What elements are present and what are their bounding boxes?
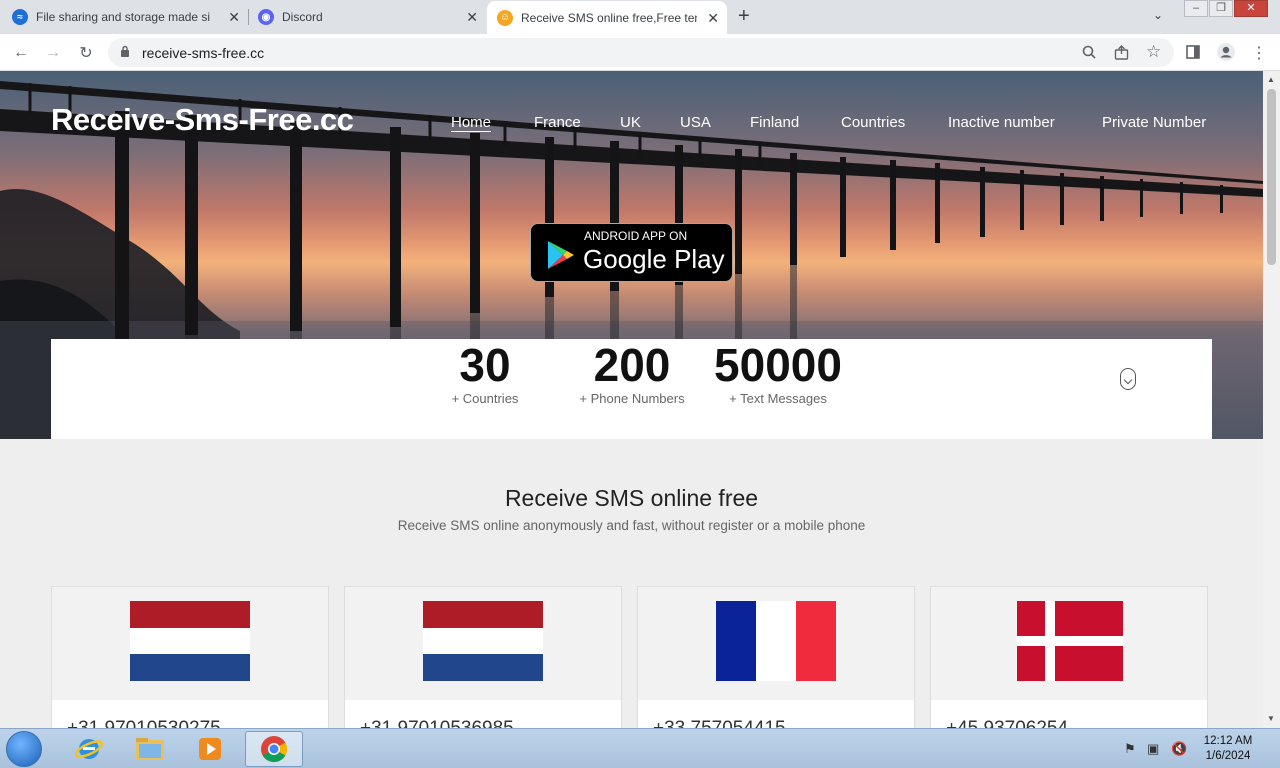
restore-icon[interactable]: ❐ [1209,0,1233,17]
chrome-icon [261,736,288,763]
start-button[interactable] [6,731,42,767]
close-tab-icon[interactable]: ✕ [466,9,478,25]
media-player-icon [199,738,221,760]
phone-number[interactable]: +31 97010536985 [360,718,514,728]
stat-label: + Text Messages [729,391,827,406]
netherlands-flag-icon [423,601,543,681]
internet-explorer-icon [74,739,104,759]
scroll-down-arrow-icon[interactable]: ▼ [1267,714,1275,723]
window-close-icon[interactable]: ✕ [1234,0,1268,17]
site-logo[interactable]: Receive-Sms-Free.cc [51,102,354,138]
nav-inactive-number[interactable]: Inactive number [948,114,1055,131]
tab-search-chevron-icon[interactable]: ⌄ [1153,8,1163,22]
hero-banner: Receive-Sms-Free.cc Home France UK USA F… [0,71,1263,439]
nav-uk[interactable]: UK [620,114,641,131]
taskbar-chrome[interactable] [245,731,303,767]
denmark-flag-icon [1017,601,1123,681]
nav-home[interactable]: Home [451,114,492,132]
scroll-up-arrow-icon[interactable]: ▲ [1267,75,1275,84]
stat-text-messages: 50000 + Text Messages [707,339,849,406]
nav-usa[interactable]: USA [680,114,711,131]
network-icon[interactable]: ▣ [1147,741,1159,757]
folder-icon [136,738,164,760]
site-favicon-icon: ☺ [497,9,513,26]
stat-number: 200 [593,339,671,391]
stat-label: + Phone Numbers [579,391,685,406]
badge-small-text: ANDROID APP ON [584,229,688,243]
close-tab-icon[interactable]: ✕ [228,9,240,25]
action-center-flag-icon[interactable]: ⚑ [1124,741,1136,757]
reload-icon[interactable]: ↻ [75,42,97,64]
side-panel-icon[interactable] [1186,45,1200,59]
profile-avatar-icon[interactable] [1216,42,1236,62]
discord-logo-icon: ◉ [258,9,274,25]
bookmark-star-icon[interactable]: ☆ [1146,42,1161,62]
nav-countries[interactable]: Countries [841,114,905,131]
tab-discord[interactable]: ◉ Discord ✕ [250,0,486,34]
clock-time: 12:12 AM [1203,735,1253,747]
search-icon[interactable] [1082,45,1096,59]
page-scrollbar[interactable]: ▲ ▼ [1263,71,1280,728]
browser-menu-icon[interactable]: ⋮ [1248,42,1270,64]
section-subtitle: Receive SMS online anonymously and fast,… [397,518,866,533]
number-card[interactable]: +31 97010530275 [51,586,329,728]
tab-title: File sharing and storage made si [36,10,211,24]
browser-tab-bar: ≈ File sharing and storage made si ✕ ◉ D… [0,0,1280,34]
phone-row: +33 757054415 [638,700,914,728]
nav-france[interactable]: France [534,114,581,131]
stat-number: 30 [459,339,511,391]
france-flag-icon [716,601,836,681]
tab-title: Discord [282,10,323,24]
google-play-badge[interactable]: ANDROID APP ON Google Play [530,223,733,282]
share-icon[interactable] [1114,45,1129,60]
stat-phone-numbers: 200 + Phone Numbers [569,339,695,406]
phone-number[interactable]: +31 97010530275 [67,718,221,728]
phone-row: +45 93706254 [931,700,1207,728]
volume-muted-icon[interactable]: 🔇 [1171,741,1187,757]
stats-panel: 30 + Countries 200 + Phone Numbers 50000… [51,339,1212,439]
new-tab-icon[interactable]: + [738,6,750,26]
phone-row: +31 97010530275 [52,700,328,728]
window-controls: – ❐ ✕ [1183,0,1268,18]
number-card[interactable]: +33 757054415 [637,586,915,728]
stat-label: + Countries [451,391,519,406]
tab-file-sharing[interactable]: ≈ File sharing and storage made si ✕ [12,0,248,34]
phone-number[interactable]: +45 93706254 [946,718,1068,728]
taskbar-ie[interactable] [60,731,118,767]
badge-big-text: Google Play [583,244,725,274]
taskbar-explorer[interactable] [121,731,179,767]
back-icon[interactable]: ← [10,42,32,64]
nav-finland[interactable]: Finland [750,114,799,131]
phone-row: +31 97010536985 [345,700,621,728]
forward-icon[interactable]: → [42,42,64,64]
windows-taskbar: ⚑ ▣ 🔇 12:12 AM 1/6/2024 [0,728,1280,768]
tab-divider [248,9,249,25]
url-text: receive-sms-free.cc [142,45,265,61]
lock-icon [121,45,129,57]
transfer-logo-icon: ≈ [12,9,28,25]
clock-date: 1/6/2024 [1205,750,1251,762]
stat-countries: 30 + Countries [435,339,535,406]
browser-toolbar: ← → ↻ receive-sms-free.cc ☆ ⋮ [0,34,1280,71]
netherlands-flag-icon [130,601,250,681]
number-card[interactable]: +45 93706254 [930,586,1208,728]
number-card[interactable]: +31 97010536985 [344,586,622,728]
phone-number[interactable]: +33 757054415 [653,718,786,728]
scroll-down-mouse-icon[interactable] [1120,368,1136,390]
nav-private-number[interactable]: Private Number [1102,114,1206,131]
address-bar[interactable]: receive-sms-free.cc ☆ [108,38,1174,67]
taskbar-media-player[interactable] [181,731,239,767]
google-play-icon [548,241,574,269]
stat-number: 50000 [714,339,842,391]
close-tab-icon[interactable]: ✕ [707,10,719,26]
minimize-icon[interactable]: – [1184,0,1208,17]
page-viewport: Receive-Sms-Free.cc Home France UK USA F… [0,71,1280,728]
scrollbar-thumb[interactable] [1267,89,1276,265]
section-title: Receive SMS online free [504,485,759,511]
tab-receive-sms[interactable]: ☺ Receive SMS online free,Free tem ✕ [487,1,727,34]
system-clock[interactable]: 12:12 AM 1/6/2024 [1196,734,1260,764]
tab-title: Receive SMS online free,Free tem [521,10,697,25]
